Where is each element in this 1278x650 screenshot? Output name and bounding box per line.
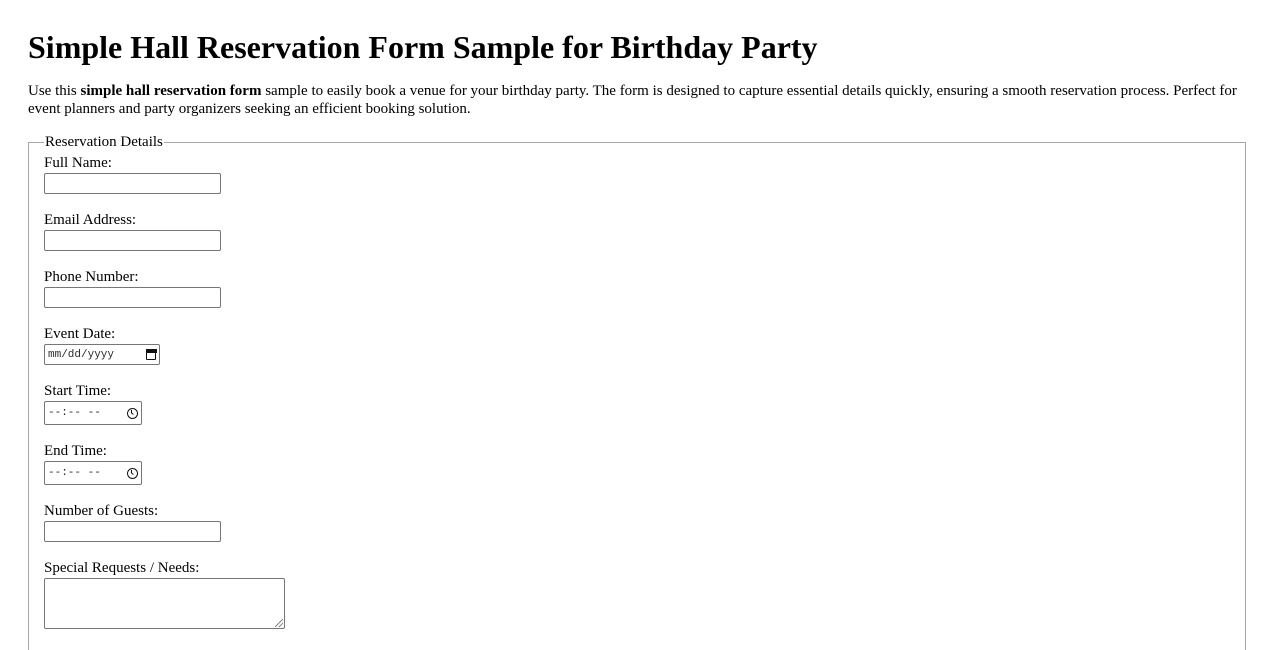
fieldset-legend: Reservation Details: [45, 134, 163, 150]
email-group: Email Address:: [44, 211, 1230, 251]
start-time-input[interactable]: --:-- --: [44, 401, 142, 425]
full-name-label: Full Name:: [44, 155, 112, 171]
end-time-placeholder: --:-- --: [48, 467, 101, 479]
intro-prefix: Use this: [28, 83, 81, 99]
email-label: Email Address:: [44, 212, 137, 228]
resize-grip-icon[interactable]: [275, 619, 283, 627]
full-name-input[interactable]: [44, 173, 221, 194]
special-requests-group: Special Requests / Needs:: [44, 559, 1230, 629]
start-time-label: Start Time:: [44, 383, 112, 399]
end-time-group: End Time: --:-- --: [44, 442, 1230, 485]
reservation-fieldset: Reservation Details Full Name: Email Add…: [28, 133, 1246, 650]
guests-group: Number of Guests:: [44, 502, 1230, 542]
email-input[interactable]: [44, 230, 221, 251]
clock-icon[interactable]: [127, 407, 138, 419]
start-time-placeholder: --:-- --: [48, 407, 101, 419]
event-date-input[interactable]: mm/dd/yyyy: [44, 344, 160, 365]
special-requests-label: Special Requests / Needs:: [44, 560, 200, 576]
intro-paragraph: Use this simple hall reservation form sa…: [28, 82, 1250, 118]
page: Simple Hall Reservation Form Sample for …: [0, 0, 1278, 650]
intro-bold: simple hall reservation form: [80, 83, 262, 99]
end-time-input[interactable]: --:-- --: [44, 461, 142, 485]
event-date-label: Event Date:: [44, 326, 116, 342]
clock-icon[interactable]: [127, 467, 138, 479]
event-date-placeholder: mm/dd/yyyy: [48, 348, 115, 361]
page-title: Simple Hall Reservation Form Sample for …: [28, 29, 818, 65]
calendar-icon[interactable]: [145, 349, 157, 360]
start-time-group: Start Time: --:-- --: [44, 382, 1230, 425]
special-requests-textarea[interactable]: [44, 578, 285, 629]
event-date-group: Event Date: mm/dd/yyyy: [44, 325, 1230, 365]
phone-group: Phone Number:: [44, 268, 1230, 308]
phone-label: Phone Number:: [44, 269, 139, 285]
end-time-label: End Time:: [44, 443, 107, 459]
guests-label: Number of Guests:: [44, 503, 159, 519]
guests-input[interactable]: [44, 521, 221, 542]
phone-input[interactable]: [44, 287, 221, 308]
full-name-group: Full Name:: [44, 154, 1230, 194]
